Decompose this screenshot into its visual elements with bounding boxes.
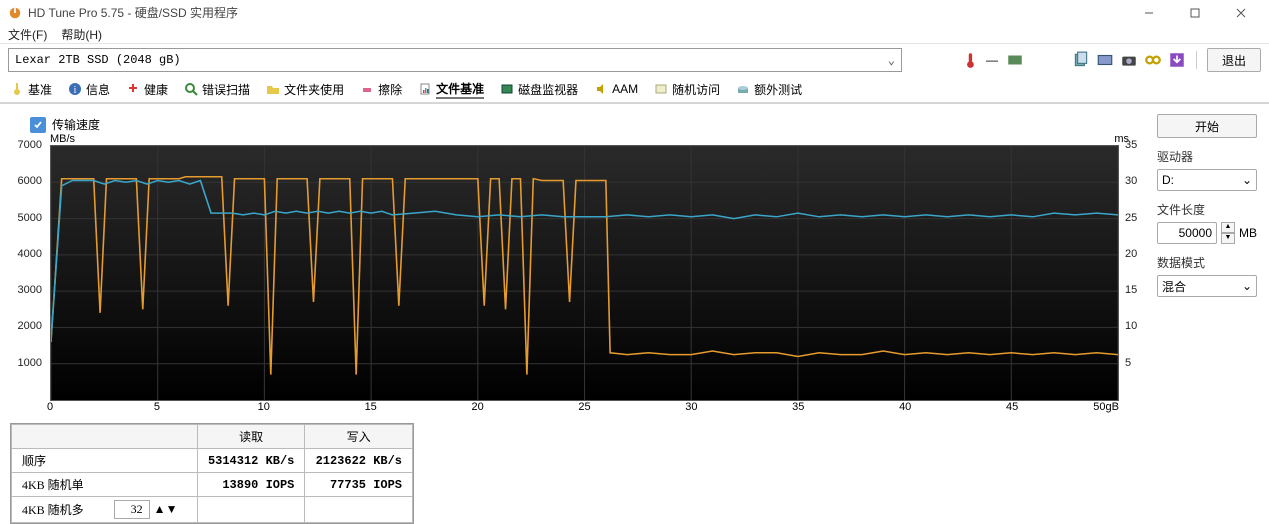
tab-filebench[interactable]: 文件基准	[418, 76, 484, 102]
thermometer-icon	[962, 51, 980, 69]
tab-errorscan[interactable]: 错误扫描	[184, 76, 250, 102]
drive-select-value: Lexar 2TB SSD (2048 gB)	[15, 53, 181, 67]
col-header-read: 读取	[197, 425, 305, 449]
data-mode-label: 数据模式	[1157, 256, 1205, 270]
table-row: 4KB 随机单 13890 IOPS 77735 IOPS	[12, 473, 413, 497]
file-length-unit: MB	[1239, 226, 1257, 240]
y1-unit: MB/s	[50, 133, 75, 145]
col-header-write: 写入	[305, 425, 413, 449]
copy-info-icon[interactable]	[1072, 51, 1090, 69]
copy-screenshot-icon[interactable]	[1096, 51, 1114, 69]
results-table: 读取 写入 顺序 5314312 KB/s 2123622 KB/s 4KB 随…	[10, 423, 414, 524]
tab-randomaccess[interactable]: 随机访问	[654, 76, 720, 102]
file-length-up-button[interactable]: ▲	[1221, 222, 1235, 233]
drive-select[interactable]: Lexar 2TB SSD (2048 gB) ⌄	[8, 48, 902, 72]
menu-file[interactable]: 文件(F)	[8, 26, 47, 43]
menubar: 文件(F) 帮助(H)	[0, 25, 1269, 44]
app-icon	[8, 6, 22, 20]
tab-extra[interactable]: 额外测试	[736, 76, 802, 102]
drive-label: 驱动器	[1157, 150, 1193, 164]
camera-icon[interactable]	[1120, 51, 1138, 69]
temperature-display: —	[986, 53, 1000, 67]
chevron-down-icon: ⌄	[1242, 279, 1252, 293]
table-row: 4KB 随机多 32 ▲▼	[12, 497, 413, 523]
file-length-down-button[interactable]: ▼	[1221, 233, 1235, 244]
transfer-speed-checkbox[interactable]	[30, 117, 46, 133]
tab-folderusage[interactable]: 文件夹使用	[266, 76, 344, 102]
file-length-input[interactable]: 50000	[1157, 222, 1217, 244]
tab-benchmark[interactable]: 基准	[10, 76, 52, 102]
threads-up-button[interactable]: ▲	[154, 502, 166, 516]
tab-bar: 基准 i信息 健康 错误扫描 文件夹使用 擦除 文件基准 磁盘监视器 AAM 随…	[0, 76, 1269, 104]
svg-text:i: i	[74, 85, 77, 96]
minimize-button[interactable]	[1135, 3, 1163, 23]
start-button[interactable]: 开始	[1157, 114, 1257, 138]
transfer-speed-label: 传输速度	[52, 116, 100, 133]
temp-config-icon[interactable]	[1006, 51, 1024, 69]
link-icon[interactable]	[1144, 51, 1162, 69]
close-button[interactable]	[1227, 3, 1255, 23]
save-icon[interactable]	[1168, 51, 1186, 69]
data-mode-select[interactable]: 混合⌄	[1157, 275, 1257, 297]
file-length-label: 文件长度	[1157, 203, 1205, 217]
tab-diskmonitor[interactable]: 磁盘监视器	[500, 76, 578, 102]
tab-aam[interactable]: AAM	[594, 76, 638, 102]
titlebar: HD Tune Pro 5.75 - 硬盘/SSD 实用程序	[0, 0, 1269, 25]
chart-area: MB/s ms 1000200030004000500060007000 510…	[16, 135, 1147, 417]
tab-health[interactable]: 健康	[126, 76, 168, 102]
divider	[1196, 51, 1197, 69]
exit-button[interactable]: 退出	[1207, 48, 1261, 72]
tab-info[interactable]: i信息	[68, 76, 110, 102]
table-row: 顺序 5314312 KB/s 2123622 KB/s	[12, 449, 413, 473]
col-header-blank	[12, 425, 198, 449]
maximize-button[interactable]	[1181, 3, 1209, 23]
window-title: HD Tune Pro 5.75 - 硬盘/SSD 实用程序	[28, 4, 1135, 21]
threads-down-button[interactable]: ▼	[166, 502, 178, 516]
chevron-down-icon: ⌄	[888, 53, 895, 68]
tab-erase[interactable]: 擦除	[360, 76, 402, 102]
menu-help[interactable]: 帮助(H)	[61, 26, 102, 43]
chevron-down-icon: ⌄	[1242, 173, 1252, 187]
threads-input[interactable]: 32	[114, 500, 150, 519]
drive-letter-select[interactable]: D:⌄	[1157, 169, 1257, 191]
